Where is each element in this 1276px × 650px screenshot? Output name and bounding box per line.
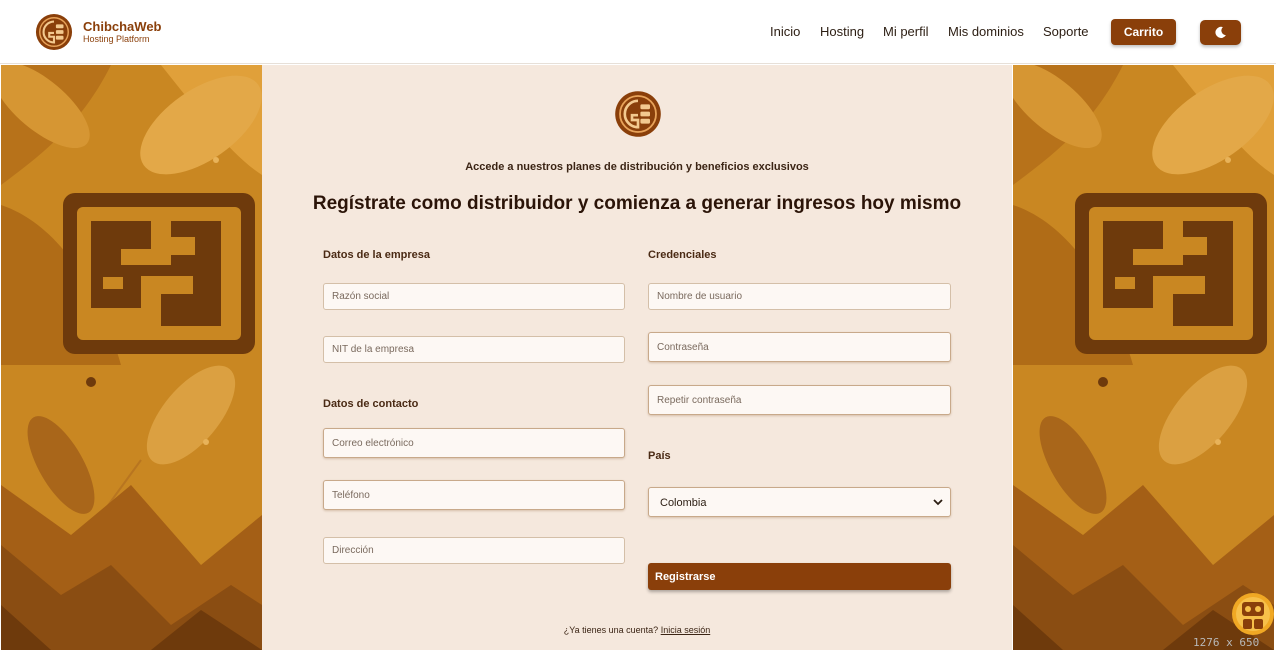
username-input[interactable] bbox=[648, 283, 951, 310]
form-subtitle: Accede a nuestros planes de distribución… bbox=[465, 161, 809, 173]
theme-toggle-button[interactable] bbox=[1200, 20, 1241, 45]
country-select[interactable]: Colombia bbox=[648, 487, 951, 517]
repeat-password-input[interactable] bbox=[648, 385, 951, 415]
dimension-overlay: 1276 x 650 bbox=[1193, 636, 1260, 649]
company-section-label: Datos de la empresa bbox=[323, 249, 430, 261]
razon-social-input[interactable] bbox=[323, 283, 625, 310]
country-section-label: País bbox=[648, 450, 671, 462]
login-prompt-text: ¿Ya tienes una cuenta? bbox=[563, 625, 659, 635]
right-decorative-panel bbox=[1013, 65, 1274, 650]
nav-mi-perfil[interactable]: Mi perfil bbox=[883, 24, 929, 40]
register-button[interactable]: Registrarse bbox=[648, 563, 951, 590]
phone-input[interactable] bbox=[323, 480, 625, 510]
nav-inicio[interactable]: Inicio bbox=[770, 24, 800, 40]
login-link[interactable]: Inicia sesión bbox=[661, 625, 711, 635]
top-navbar: ChibchaWeb Hosting Platform Inicio Hosti… bbox=[0, 0, 1276, 64]
login-prompt: ¿Ya tienes una cuenta? Inicia sesión bbox=[262, 625, 1012, 635]
chibcha-pattern-right bbox=[1013, 65, 1274, 650]
contact-section-label: Datos de contacto bbox=[323, 398, 419, 410]
nav-hosting[interactable]: Hosting bbox=[820, 24, 864, 40]
cart-button[interactable]: Carrito bbox=[1111, 19, 1176, 45]
credentials-section-label: Credenciales bbox=[648, 249, 717, 261]
email-input[interactable] bbox=[323, 428, 625, 458]
chibcha-pattern-left bbox=[1, 65, 262, 650]
assistant-mascot-icon[interactable] bbox=[1231, 592, 1275, 636]
nav-mis-dominios[interactable]: Mis dominios bbox=[948, 24, 1024, 40]
form-title: Regístrate como distribuidor y comienza … bbox=[312, 193, 962, 214]
chibcha-logo-icon bbox=[615, 91, 661, 137]
main-nav: Inicio Hosting Mi perfil Mis dominios So… bbox=[0, 0, 1276, 64]
country-select-value: Colombia bbox=[660, 497, 707, 509]
password-input[interactable] bbox=[648, 332, 951, 362]
moon-icon bbox=[1215, 26, 1226, 38]
nav-soporte[interactable]: Soporte bbox=[1043, 24, 1089, 40]
address-input[interactable] bbox=[323, 537, 625, 564]
chevron-down-icon bbox=[933, 499, 943, 506]
left-decorative-panel bbox=[1, 65, 262, 650]
nit-input[interactable] bbox=[323, 336, 625, 363]
registration-panel: Accede a nuestros planes de distribución… bbox=[262, 65, 1012, 650]
